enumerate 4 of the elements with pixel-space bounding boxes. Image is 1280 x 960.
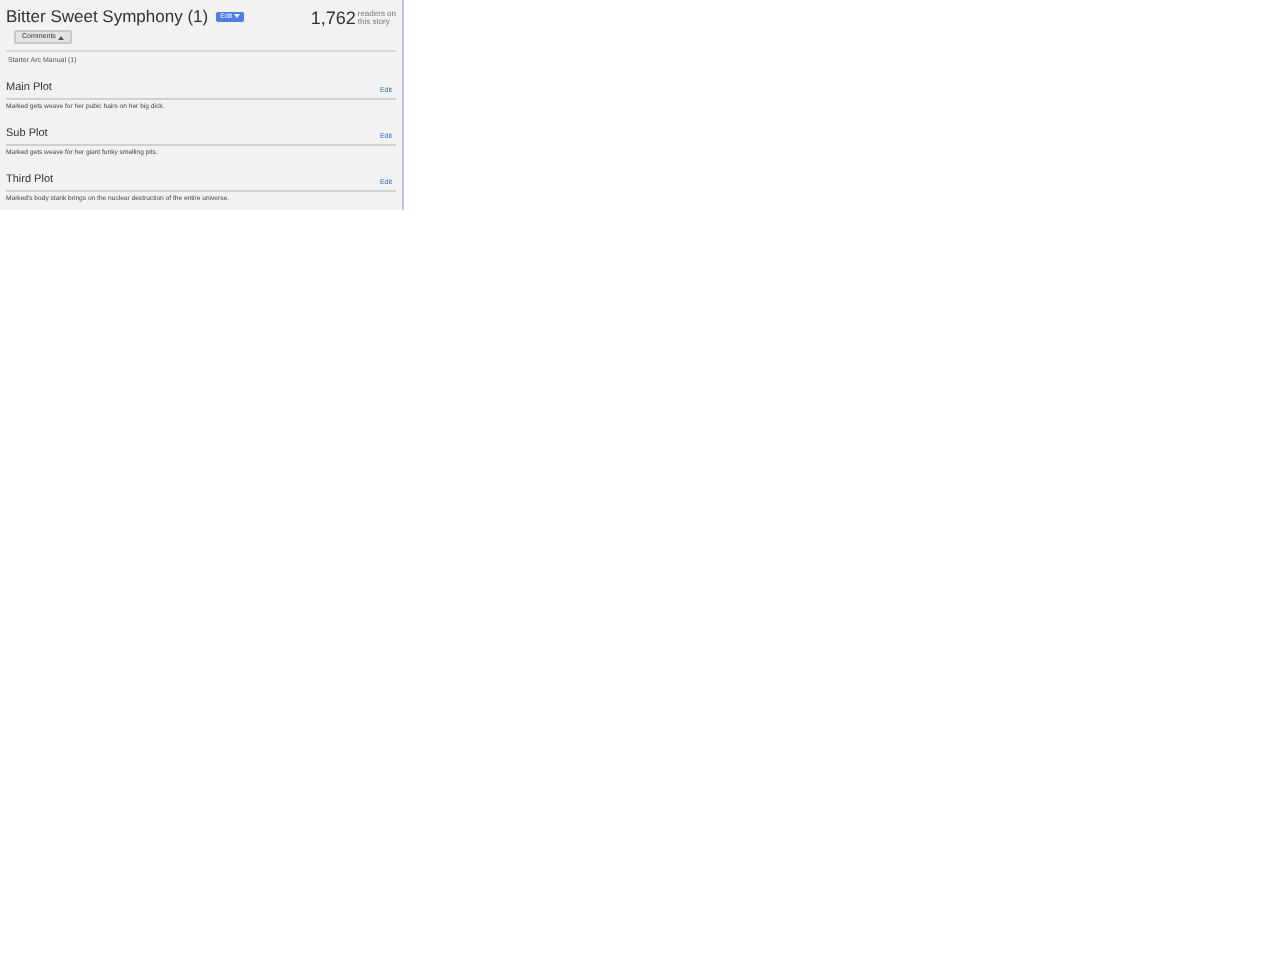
caret-icon — [234, 14, 241, 18]
story-title: Bitter Sweet Symphony (1) — [6, 4, 209, 28]
caret-icon — [57, 35, 64, 39]
reader-count: 1,762 — [310, 6, 356, 30]
